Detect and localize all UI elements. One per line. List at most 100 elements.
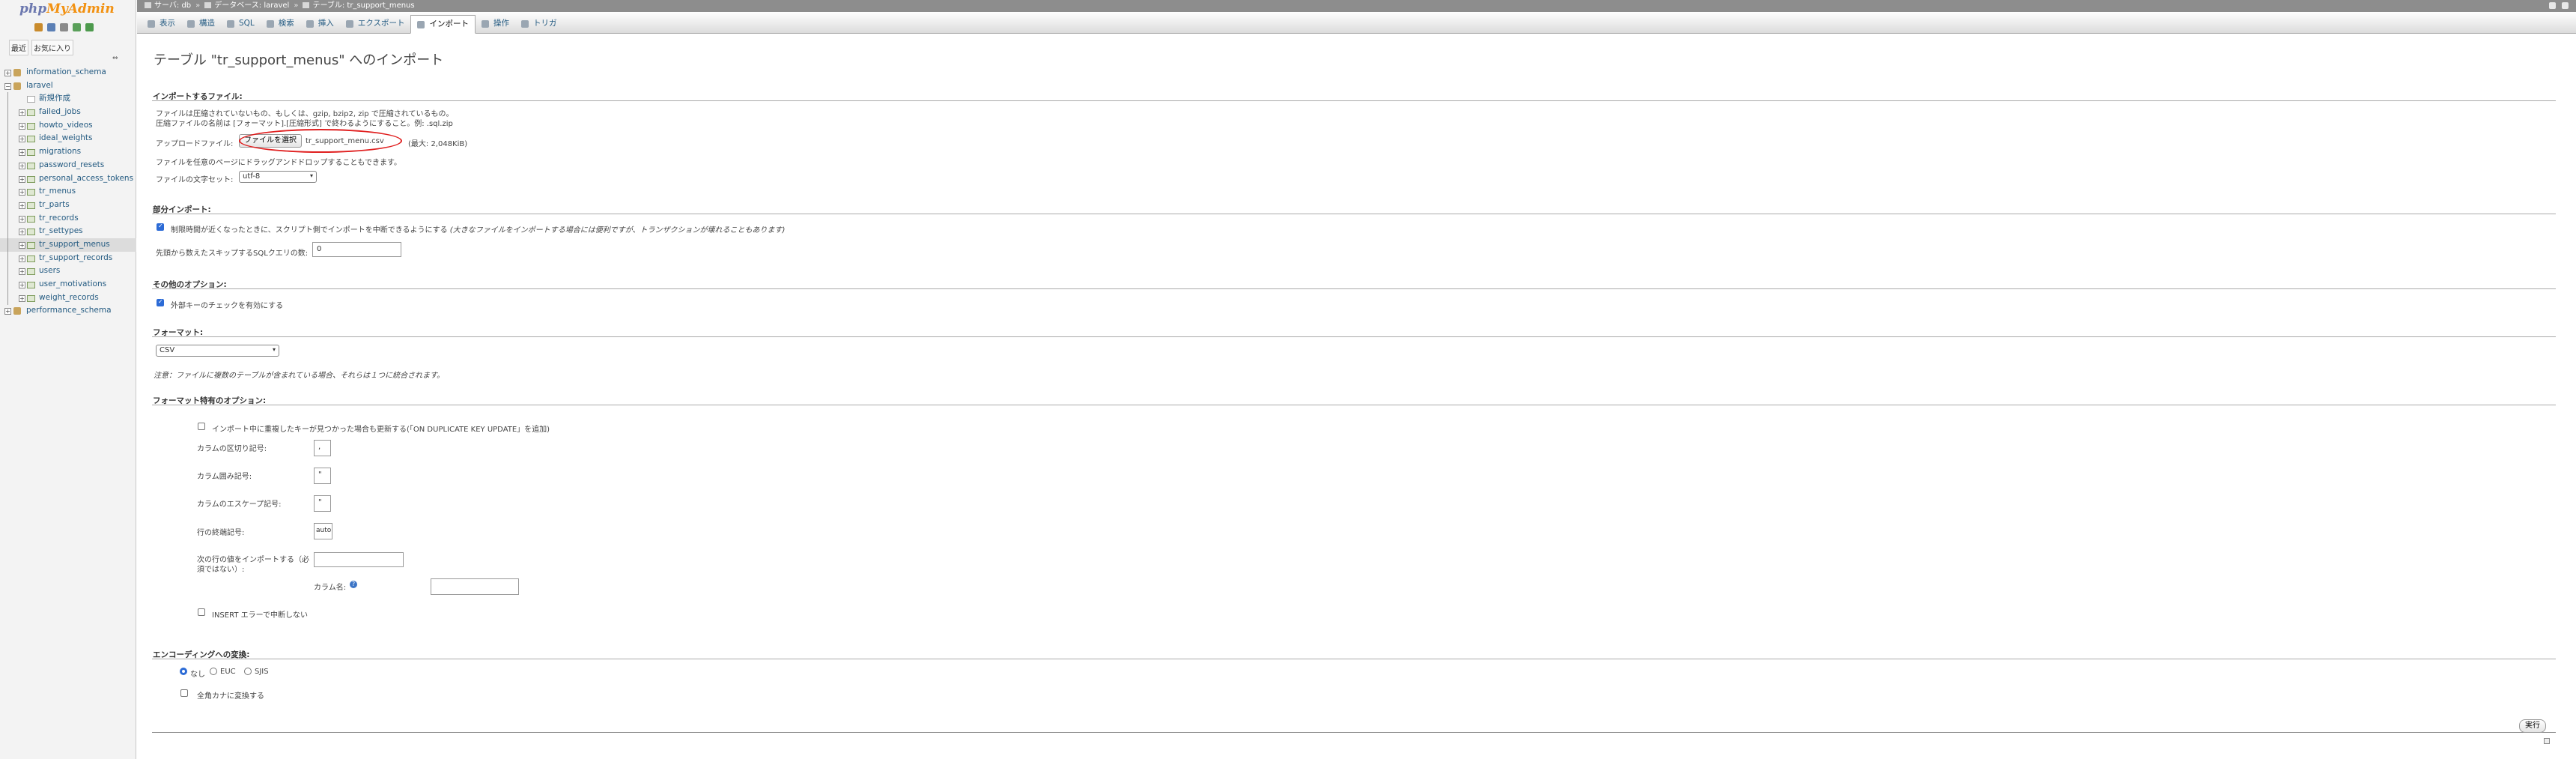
collapse-icon[interactable]: − (4, 82, 11, 90)
skip-queries-input[interactable]: 0 (312, 242, 401, 257)
expand-icon[interactable]: + (19, 202, 25, 209)
table-item-migrations[interactable]: + migrations (0, 145, 136, 160)
table-label[interactable]: tr_support_menus (39, 238, 110, 252)
tree-item-new[interactable]: 新規作成 (0, 92, 136, 106)
table-item-user-motivations[interactable]: + user_motivations (0, 278, 136, 291)
table-icon[interactable] (27, 136, 35, 143)
table-item-tr-settypes[interactable]: + tr_settypes (0, 225, 136, 239)
expand-icon[interactable]: + (19, 175, 25, 183)
table-item-ideal-weights[interactable]: + ideal_weights (0, 132, 136, 146)
table-item-tr-parts[interactable]: + tr_parts (0, 198, 136, 212)
tab-1[interactable]: 構造 (181, 14, 221, 33)
tab-8[interactable]: トリガ (515, 14, 563, 33)
table-label[interactable]: tr_settypes (39, 225, 83, 238)
table-icon[interactable] (27, 162, 35, 169)
tab-6[interactable]: インポート (410, 15, 476, 34)
zenkaku-checkbox[interactable] (180, 689, 188, 697)
table-item-personal-access-tokens[interactable]: + personal_access_tokens (0, 172, 136, 186)
table-item-users[interactable]: + users (0, 264, 136, 279)
table-icon[interactable] (27, 149, 35, 157)
expand-icon[interactable]: + (19, 162, 25, 169)
collapse-all-icon[interactable]: ⇔ (112, 55, 118, 62)
duplicate-update-checkbox[interactable] (198, 423, 205, 430)
table-label[interactable]: users (39, 264, 60, 278)
table-item-failed-jobs[interactable]: + failed_jobs (0, 106, 136, 120)
table-label[interactable]: failed_jobs (39, 106, 81, 119)
expand-icon[interactable]: + (19, 241, 25, 249)
table-label[interactable]: user_motivations (39, 278, 106, 291)
table-icon[interactable] (27, 202, 35, 209)
nav-tab-recent[interactable]: 最近 (9, 40, 28, 55)
expand-icon[interactable]: + (19, 136, 25, 143)
expand-icon[interactable]: + (19, 122, 25, 130)
table-item-tr-menus[interactable]: + tr_menus (0, 185, 136, 199)
allow-interrupt-checkbox[interactable] (157, 223, 164, 231)
expand-icon[interactable]: + (19, 282, 25, 288)
table-label[interactable]: personal_access_tokens (39, 172, 133, 186)
settings-icon[interactable] (73, 23, 81, 31)
console-toggle-icon[interactable] (2544, 738, 2550, 744)
table-label[interactable]: howto_videos (39, 119, 93, 133)
table-icon[interactable] (27, 109, 35, 117)
table-label[interactable]: password_resets (39, 159, 104, 172)
format-select[interactable]: CSV ▾ (156, 345, 279, 357)
expand-icon[interactable]: + (19, 255, 25, 262)
table-label[interactable]: weight_records (39, 291, 99, 305)
encoding-euc-radio[interactable] (210, 668, 217, 675)
col-enclosure-input[interactable]: " (314, 468, 331, 484)
db-item-information-schema[interactable]: + information_schema (0, 66, 136, 79)
expand-icon[interactable]: + (4, 70, 11, 76)
nav-tab-favorites[interactable]: お気に入り (31, 40, 73, 55)
tab-7[interactable]: 操作 (476, 14, 515, 33)
breadcrumb-server[interactable]: サーバ: db (154, 1, 191, 10)
encoding-none-radio[interactable] (180, 668, 187, 675)
table-icon[interactable] (27, 294, 35, 302)
table-icon[interactable] (27, 255, 35, 262)
expand-icon[interactable]: + (19, 294, 25, 302)
table-icon[interactable] (27, 175, 35, 183)
table-icon[interactable] (27, 189, 35, 196)
table-label[interactable]: migrations (39, 145, 81, 159)
db-label[interactable]: information_schema (26, 66, 106, 79)
docs-icon[interactable] (60, 23, 68, 31)
table-item-tr-support-menus[interactable]: + tr_support_menus (0, 238, 136, 252)
charset-select[interactable]: utf-8 ▾ (239, 171, 317, 183)
table-icon[interactable] (27, 229, 35, 236)
table-label[interactable]: tr_menus (39, 185, 76, 199)
phpmyadmin-logo[interactable]: phpMyAdmin (19, 1, 115, 16)
table-item-tr-support-records[interactable]: + tr_support_records (0, 251, 136, 265)
tab-2[interactable]: SQL (221, 14, 261, 33)
table-item-howto-videos[interactable]: + howto_videos (0, 118, 136, 133)
table-icon[interactable] (27, 215, 35, 223)
db-label[interactable]: performance_schema (26, 304, 112, 318)
table-item-tr-records[interactable]: + tr_records (0, 211, 136, 226)
table-icon[interactable] (27, 268, 35, 276)
table-label[interactable]: tr_support_records (39, 252, 112, 265)
table-label[interactable]: ideal_weights (39, 132, 93, 145)
sql-query-icon[interactable] (47, 23, 55, 31)
db-item-laravel[interactable]: − laravel (0, 79, 136, 93)
expand-icon[interactable]: + (4, 308, 11, 315)
expand-icon[interactable]: + (19, 229, 25, 236)
col-escape-input[interactable]: " (314, 495, 331, 512)
table-item-password-resets[interactable]: + password_resets (0, 158, 136, 172)
table-icon[interactable] (27, 241, 35, 249)
col-separator-input[interactable]: , (314, 440, 331, 456)
table-item-weight-records[interactable]: + weight_records (0, 291, 136, 305)
no-abort-checkbox[interactable] (198, 608, 205, 616)
line-terminator-input[interactable]: auto (314, 523, 332, 539)
new-table-label[interactable]: 新規作成 (39, 92, 70, 106)
col-name-input[interactable] (431, 578, 519, 595)
tab-5[interactable]: エクスポート (340, 14, 411, 33)
db-item-performance-schema[interactable]: + performance_schema (0, 304, 136, 318)
reload-icon[interactable] (85, 23, 94, 31)
breadcrumb-table[interactable]: テーブル: tr_support_menus (312, 1, 414, 10)
encoding-sjis-radio[interactable] (244, 668, 252, 675)
help-icon[interactable]: ? (350, 581, 357, 588)
table-label[interactable]: tr_records (39, 212, 79, 226)
breadcrumb-database[interactable]: データベース: laravel (214, 1, 289, 10)
expand-icon[interactable]: + (19, 189, 25, 196)
tab-3[interactable]: 検索 (261, 14, 300, 33)
table-icon[interactable] (27, 282, 35, 288)
tab-4[interactable]: 挿入 (300, 14, 340, 33)
